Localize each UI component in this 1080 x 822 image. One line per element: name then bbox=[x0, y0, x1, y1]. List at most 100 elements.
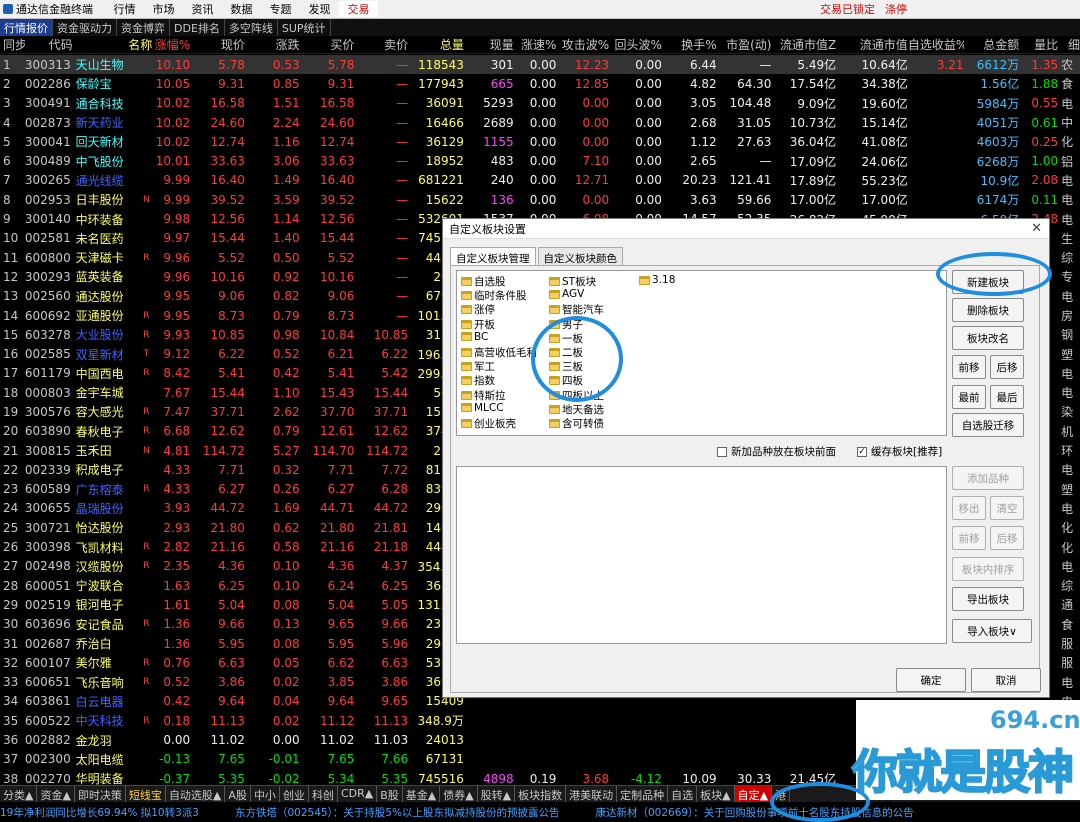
checkbox-box[interactable] bbox=[717, 446, 727, 457]
bottom-tab[interactable]: 自动选股▲ bbox=[166, 786, 226, 802]
sector-folder[interactable]: 3.18 bbox=[639, 274, 675, 286]
column-header[interactable]: 卖价 bbox=[354, 36, 408, 53]
column-header[interactable]: 总金额 bbox=[964, 36, 1019, 53]
sector-folder[interactable]: 开板 bbox=[461, 317, 495, 332]
subtab[interactable]: SUP统计 bbox=[278, 19, 331, 36]
ok-button[interactable]: 确定 bbox=[896, 668, 966, 692]
table-row[interactable]: 7 300265 通光线缆 9.99 16.40 1.49 16.40 — 681221 240 0… bbox=[0, 171, 1080, 190]
trade-locked-status[interactable]: 交易已锁定 bbox=[820, 1, 875, 17]
bottom-tab[interactable]: 科创 bbox=[309, 786, 338, 802]
bottom-tab[interactable]: 短线宝 bbox=[126, 786, 166, 802]
sector-folder[interactable]: 临时条件股 bbox=[461, 288, 527, 303]
sector-folder[interactable]: 特斯拉 bbox=[461, 388, 506, 403]
sector-folder[interactable]: 含可转债 bbox=[549, 416, 604, 431]
column-header[interactable]: 名称 bbox=[73, 36, 152, 53]
migrate-watchlist-button[interactable]: 自选股迁移 bbox=[952, 413, 1024, 437]
subtab[interactable]: DDE排名 bbox=[170, 19, 225, 36]
bottom-tab[interactable]: 板块▲ bbox=[697, 786, 735, 802]
sort-in-sector-button[interactable]: 板块内排序 bbox=[952, 557, 1024, 581]
bottom-tab[interactable]: 创业 bbox=[280, 786, 309, 802]
column-header[interactable]: 同步 bbox=[0, 36, 25, 53]
sector-folder[interactable]: 军工 bbox=[461, 359, 495, 374]
column-header[interactable]: 现量 bbox=[464, 36, 514, 53]
table-row[interactable]: 2 002286 保龄宝 10.05 9.31 0.85 9.31 — 177943 665 0.0… bbox=[0, 74, 1080, 93]
column-header[interactable]: 市盈(动) bbox=[717, 36, 771, 53]
bottom-tab[interactable]: 板块指数 bbox=[515, 786, 567, 802]
menu-item[interactable]: 专题 bbox=[261, 1, 300, 17]
menu-item[interactable]: 资讯 bbox=[183, 1, 222, 17]
bottom-tab[interactable]: 股转▲ bbox=[478, 786, 516, 802]
bottom-tab[interactable]: 基金▲ bbox=[403, 786, 441, 802]
bottom-tab[interactable]: B股 bbox=[377, 786, 403, 802]
column-header[interactable]: 涨速% bbox=[514, 36, 556, 53]
bottom-tab[interactable]: 中小 bbox=[251, 786, 280, 802]
column-header[interactable]: 攻击波% bbox=[556, 36, 609, 53]
remove-stock-button[interactable]: 移出 bbox=[952, 496, 986, 520]
table-row[interactable]: 3 300491 通合科技 10.02 16.58 1.51 16.58 — 36091 5293… bbox=[0, 94, 1080, 113]
bottom-tab[interactable]: CDR▲ bbox=[338, 786, 378, 802]
bottom-tab[interactable]: 资金▲ bbox=[37, 786, 75, 802]
bottom-tab[interactable]: 定制品种 bbox=[617, 786, 669, 802]
move-forward-button[interactable]: 前移 bbox=[952, 355, 986, 379]
sector-folder[interactable]: 创业板壳 bbox=[461, 416, 516, 431]
stock-move-backward-button[interactable]: 后移 bbox=[990, 526, 1024, 550]
table-row[interactable]: 1 300313 天山生物 10.10 5.78 0.53 5.78 — 118543 301 0.… bbox=[0, 55, 1080, 75]
delete-sector-button[interactable]: 删除板块 bbox=[952, 298, 1024, 322]
menu-item[interactable]: 行情 bbox=[105, 1, 144, 17]
export-sector-button[interactable]: 导出板块 bbox=[952, 587, 1024, 611]
import-sector-button[interactable]: 导入板块∨ bbox=[952, 619, 1032, 643]
sector-folder[interactable]: ST板块 bbox=[549, 274, 596, 289]
column-header[interactable]: 换手% bbox=[662, 36, 716, 53]
bottom-tab[interactable]: A股 bbox=[225, 786, 251, 802]
column-header[interactable]: 流通市值 bbox=[836, 36, 908, 53]
column-header[interactable]: 流通市值Z bbox=[771, 36, 836, 53]
sector-folder[interactable]: 地天备选 bbox=[549, 402, 604, 417]
check-icon[interactable]: ✓ bbox=[857, 446, 867, 457]
ticker-item[interactable]: 东方铁塔（002545）：关于持股5%以上股东拟减持股份的预披露公告 bbox=[235, 805, 560, 820]
column-header[interactable]: 自选收益% bbox=[908, 36, 964, 53]
sector-folder[interactable]: 涨停 bbox=[461, 302, 495, 317]
add-stock-button[interactable]: 添加品种 bbox=[952, 466, 1024, 490]
column-header[interactable]: 量比 bbox=[1019, 36, 1058, 53]
column-header[interactable]: 回头波% bbox=[609, 36, 662, 53]
clear-stocks-button[interactable]: 清空 bbox=[990, 496, 1024, 520]
menu-item[interactable]: 发现 bbox=[300, 1, 339, 17]
sector-folder[interactable]: 自选股 bbox=[461, 274, 506, 289]
column-header[interactable]: 总量 bbox=[408, 36, 464, 53]
table-row[interactable]: 4 002873 新天药业 10.02 24.60 2.24 24.60 — 16466 2689… bbox=[0, 113, 1080, 132]
table-row[interactable]: 6 300489 中飞股份 10.01 33.63 3.06 33.63 — 18952 483 0… bbox=[0, 151, 1080, 170]
subtab[interactable]: 多空阵线 bbox=[225, 19, 278, 36]
table-row[interactable]: 8 002953 日丰股份 N 9.99 39.52 3.59 39.52 — 15622 136 0… bbox=[0, 190, 1080, 209]
close-icon[interactable]: ✕ bbox=[1031, 221, 1042, 236]
bottom-tab[interactable]: 分类▲ bbox=[0, 786, 38, 802]
bottom-tab[interactable]: 即时决策 bbox=[75, 786, 126, 802]
column-header[interactable]: 代码 bbox=[25, 36, 73, 53]
move-last-button[interactable]: 最后 bbox=[990, 385, 1024, 409]
column-header[interactable]: 买价 bbox=[300, 36, 354, 53]
bottom-tab[interactable]: 债券▲ bbox=[440, 786, 478, 802]
sector-folder[interactable]: MLCC bbox=[461, 402, 504, 414]
move-backward-button[interactable]: 后移 bbox=[990, 355, 1024, 379]
sector-folder[interactable]: 高营收低毛利 bbox=[461, 345, 537, 360]
menu-item[interactable]: 市场 bbox=[144, 1, 183, 17]
column-header[interactable]: 涨幅% bbox=[152, 36, 190, 53]
column-header[interactable]: 细 bbox=[1058, 36, 1080, 53]
menu-item[interactable]: 数据 bbox=[222, 1, 261, 17]
sector-folder[interactable]: BC bbox=[461, 331, 488, 343]
bottom-tab[interactable]: 自定▲ bbox=[734, 786, 773, 802]
sector-folder[interactable]: AGV bbox=[549, 288, 584, 300]
limit-status[interactable]: 涤停 bbox=[885, 1, 907, 17]
stock-move-forward-button[interactable]: 前移 bbox=[952, 526, 986, 550]
sector-stock-list[interactable] bbox=[456, 466, 947, 644]
sector-folder-list[interactable]: 自选股 临时条件股 涨停 开板 BC 高营收低毛利 军工 指数 特斯拉 MLCC 创业板壳 ST板块 A… bbox=[456, 270, 947, 436]
bottom-tab[interactable]: 自选 bbox=[668, 786, 698, 802]
cache-sector-checkbox[interactable]: ✓ 缓存板块[推荐] bbox=[857, 444, 942, 459]
column-header[interactable]: 现价 bbox=[190, 36, 245, 53]
subtab[interactable]: 资金博弈 bbox=[117, 19, 170, 36]
bottom-tab[interactable]: 港美联动 bbox=[566, 786, 618, 802]
cancel-button[interactable]: 取消 bbox=[971, 668, 1041, 692]
ticker-item[interactable]: 19年净利润同比增长69.94% 拟10转3派3 bbox=[0, 805, 199, 820]
subtab[interactable]: 行情报价 bbox=[0, 19, 53, 36]
rename-sector-button[interactable]: 板块改名 bbox=[952, 326, 1024, 350]
subtab[interactable]: 资金驱动力 bbox=[53, 19, 117, 36]
